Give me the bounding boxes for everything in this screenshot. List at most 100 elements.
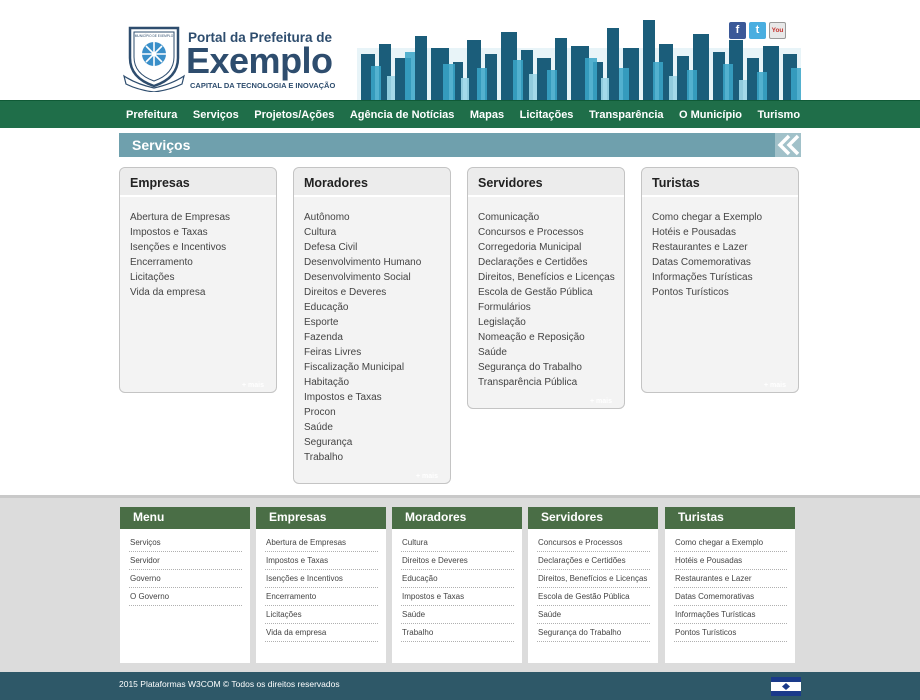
- list-item[interactable]: Saúde: [304, 420, 450, 435]
- footer-link[interactable]: Governo: [129, 574, 242, 588]
- footer-column-title: Servidores: [528, 507, 658, 529]
- footer-link[interactable]: Educação: [401, 574, 514, 588]
- footer-link[interactable]: Hotéis e Pousadas: [674, 556, 787, 570]
- more-link[interactable]: + mais: [764, 382, 786, 389]
- site-header: MUNICÍPIO DE EXEMPLO Portal da Prefeitur…: [0, 0, 920, 100]
- list-item[interactable]: Legislação: [478, 315, 624, 330]
- footer-link[interactable]: Como chegar a Exemplo: [674, 538, 787, 552]
- footer-link[interactable]: Cultura: [401, 538, 514, 552]
- footer-link[interactable]: Isenções e Incentivos: [265, 574, 378, 588]
- footer-link[interactable]: Abertura de Empresas: [265, 538, 378, 552]
- footer-column-turistas: Turistas Como chegar a Exemplo Hotéis e …: [665, 507, 795, 663]
- social-links: f t You: [729, 22, 786, 39]
- logo-city-name: Exemplo: [186, 40, 333, 81]
- list-item[interactable]: Encerramento: [130, 255, 276, 270]
- list-item[interactable]: Desenvolvimento Social: [304, 270, 450, 285]
- list-item[interactable]: Licitações: [130, 270, 276, 285]
- list-item[interactable]: Nomeação e Reposição: [478, 330, 624, 345]
- nav-servicos[interactable]: Serviços: [193, 109, 239, 121]
- card-title: Moradores: [294, 168, 450, 197]
- list-item[interactable]: Educação: [304, 300, 450, 315]
- list-item[interactable]: Esporte: [304, 315, 450, 330]
- nav-prefeitura[interactable]: Prefeitura: [126, 109, 177, 121]
- list-item[interactable]: Direitos, Benefícios e Licenças: [478, 270, 624, 285]
- footer-link[interactable]: Restaurantes e Lazer: [674, 574, 787, 588]
- list-item[interactable]: Hotéis e Pousadas: [652, 225, 798, 240]
- main-nav: Prefeitura Serviços Projetos/Ações Agênc…: [0, 100, 920, 128]
- footer-link[interactable]: Pontos Turísticos: [674, 628, 787, 642]
- list-item[interactable]: Fazenda: [304, 330, 450, 345]
- list-item[interactable]: Segurança: [304, 435, 450, 450]
- list-item[interactable]: Datas Comemorativas: [652, 255, 798, 270]
- list-item[interactable]: Formulários: [478, 300, 624, 315]
- nav-transparencia[interactable]: Transparência: [589, 109, 664, 121]
- list-item[interactable]: Concursos e Processos: [478, 225, 624, 240]
- list-item[interactable]: Vida da empresa: [130, 285, 276, 300]
- nav-mapas[interactable]: Mapas: [470, 109, 504, 121]
- footer-link[interactable]: Direitos, Benefícios e Licenças: [537, 574, 650, 588]
- youtube-icon[interactable]: You: [769, 22, 786, 39]
- facebook-icon[interactable]: f: [729, 22, 746, 39]
- footer-link[interactable]: Vida da empresa: [265, 628, 378, 642]
- list-item[interactable]: Impostos e Taxas: [130, 225, 276, 240]
- list-item[interactable]: Isenções e Incentivos: [130, 240, 276, 255]
- footer-link[interactable]: Segurança do Trabalho: [537, 628, 650, 642]
- nav-agencia-noticias[interactable]: Agência de Notícias: [350, 109, 455, 121]
- footer-link[interactable]: Escola de Gestão Pública: [537, 592, 650, 606]
- footer-link[interactable]: Declarações e Certidões: [537, 556, 650, 570]
- nav-projetos[interactable]: Projetos/Ações: [254, 109, 334, 121]
- list-item[interactable]: Habitação: [304, 375, 450, 390]
- list-item[interactable]: Procon: [304, 405, 450, 420]
- more-link[interactable]: + mais: [590, 398, 612, 405]
- list-item[interactable]: Autônomo: [304, 210, 450, 225]
- card-servidores: Servidores Comunicação Concursos e Proce…: [467, 167, 625, 409]
- footer-link[interactable]: Datas Comemorativas: [674, 592, 787, 606]
- list-item[interactable]: Cultura: [304, 225, 450, 240]
- list-item[interactable]: Segurança do Trabalho: [478, 360, 624, 375]
- footer-link[interactable]: Concursos e Processos: [537, 538, 650, 552]
- footer-column-menu: Menu Serviços Servidor Governo O Governo: [120, 507, 250, 663]
- list-item[interactable]: Corregedoria Municipal: [478, 240, 624, 255]
- footer-column-title: Turistas: [665, 507, 795, 529]
- footer-link[interactable]: Saúde: [537, 610, 650, 624]
- list-item[interactable]: Impostos e Taxas: [304, 390, 450, 405]
- footer-column-servidores: Servidores Concursos e Processos Declara…: [528, 507, 658, 663]
- list-item[interactable]: Pontos Turísticos: [652, 285, 798, 300]
- list-item[interactable]: Desenvolvimento Humano: [304, 255, 450, 270]
- footer-link[interactable]: Trabalho: [401, 628, 514, 642]
- card-turistas: Turistas Como chegar a Exemplo Hotéis e …: [641, 167, 799, 393]
- footer-link[interactable]: Saúde: [401, 610, 514, 624]
- nav-o-municipio[interactable]: O Município: [679, 109, 742, 121]
- list-item[interactable]: Defesa Civil: [304, 240, 450, 255]
- list-item[interactable]: Saúde: [478, 345, 624, 360]
- footer-link[interactable]: Servidor: [129, 556, 242, 570]
- card-title: Empresas: [120, 168, 276, 197]
- footer-link[interactable]: Informações Turísticas: [674, 610, 787, 624]
- footer-link[interactable]: Encerramento: [265, 592, 378, 606]
- list-item[interactable]: Declarações e Certidões: [478, 255, 624, 270]
- list-item[interactable]: Como chegar a Exemplo: [652, 210, 798, 225]
- nav-turismo[interactable]: Turismo: [757, 109, 800, 121]
- footer-link[interactable]: Direitos e Deveres: [401, 556, 514, 570]
- list-item[interactable]: Trabalho: [304, 450, 450, 465]
- section-header: Serviços: [119, 133, 801, 157]
- site-logo[interactable]: MUNICÍPIO DE EXEMPLO Portal da Prefeitur…: [122, 24, 338, 96]
- list-item[interactable]: Informações Turísticas: [652, 270, 798, 285]
- footer-link[interactable]: Impostos e Taxas: [401, 592, 514, 606]
- footer-link[interactable]: O Governo: [129, 592, 242, 606]
- nav-licitacoes[interactable]: Licitações: [520, 109, 574, 121]
- list-item[interactable]: Feiras Livres: [304, 345, 450, 360]
- more-link[interactable]: + mais: [416, 473, 438, 480]
- more-link[interactable]: + mais: [242, 382, 264, 389]
- list-item[interactable]: Restaurantes e Lazer: [652, 240, 798, 255]
- list-item[interactable]: Comunicação: [478, 210, 624, 225]
- list-item[interactable]: Transparência Pública: [478, 375, 624, 390]
- footer-link[interactable]: Serviços: [129, 538, 242, 552]
- list-item[interactable]: Direitos e Deveres: [304, 285, 450, 300]
- twitter-icon[interactable]: t: [749, 22, 766, 39]
- list-item[interactable]: Fiscalização Municipal: [304, 360, 450, 375]
- list-item[interactable]: Abertura de Empresas: [130, 210, 276, 225]
- footer-link[interactable]: Impostos e Taxas: [265, 556, 378, 570]
- list-item[interactable]: Escola de Gestão Pública: [478, 285, 624, 300]
- footer-link[interactable]: Licitações: [265, 610, 378, 624]
